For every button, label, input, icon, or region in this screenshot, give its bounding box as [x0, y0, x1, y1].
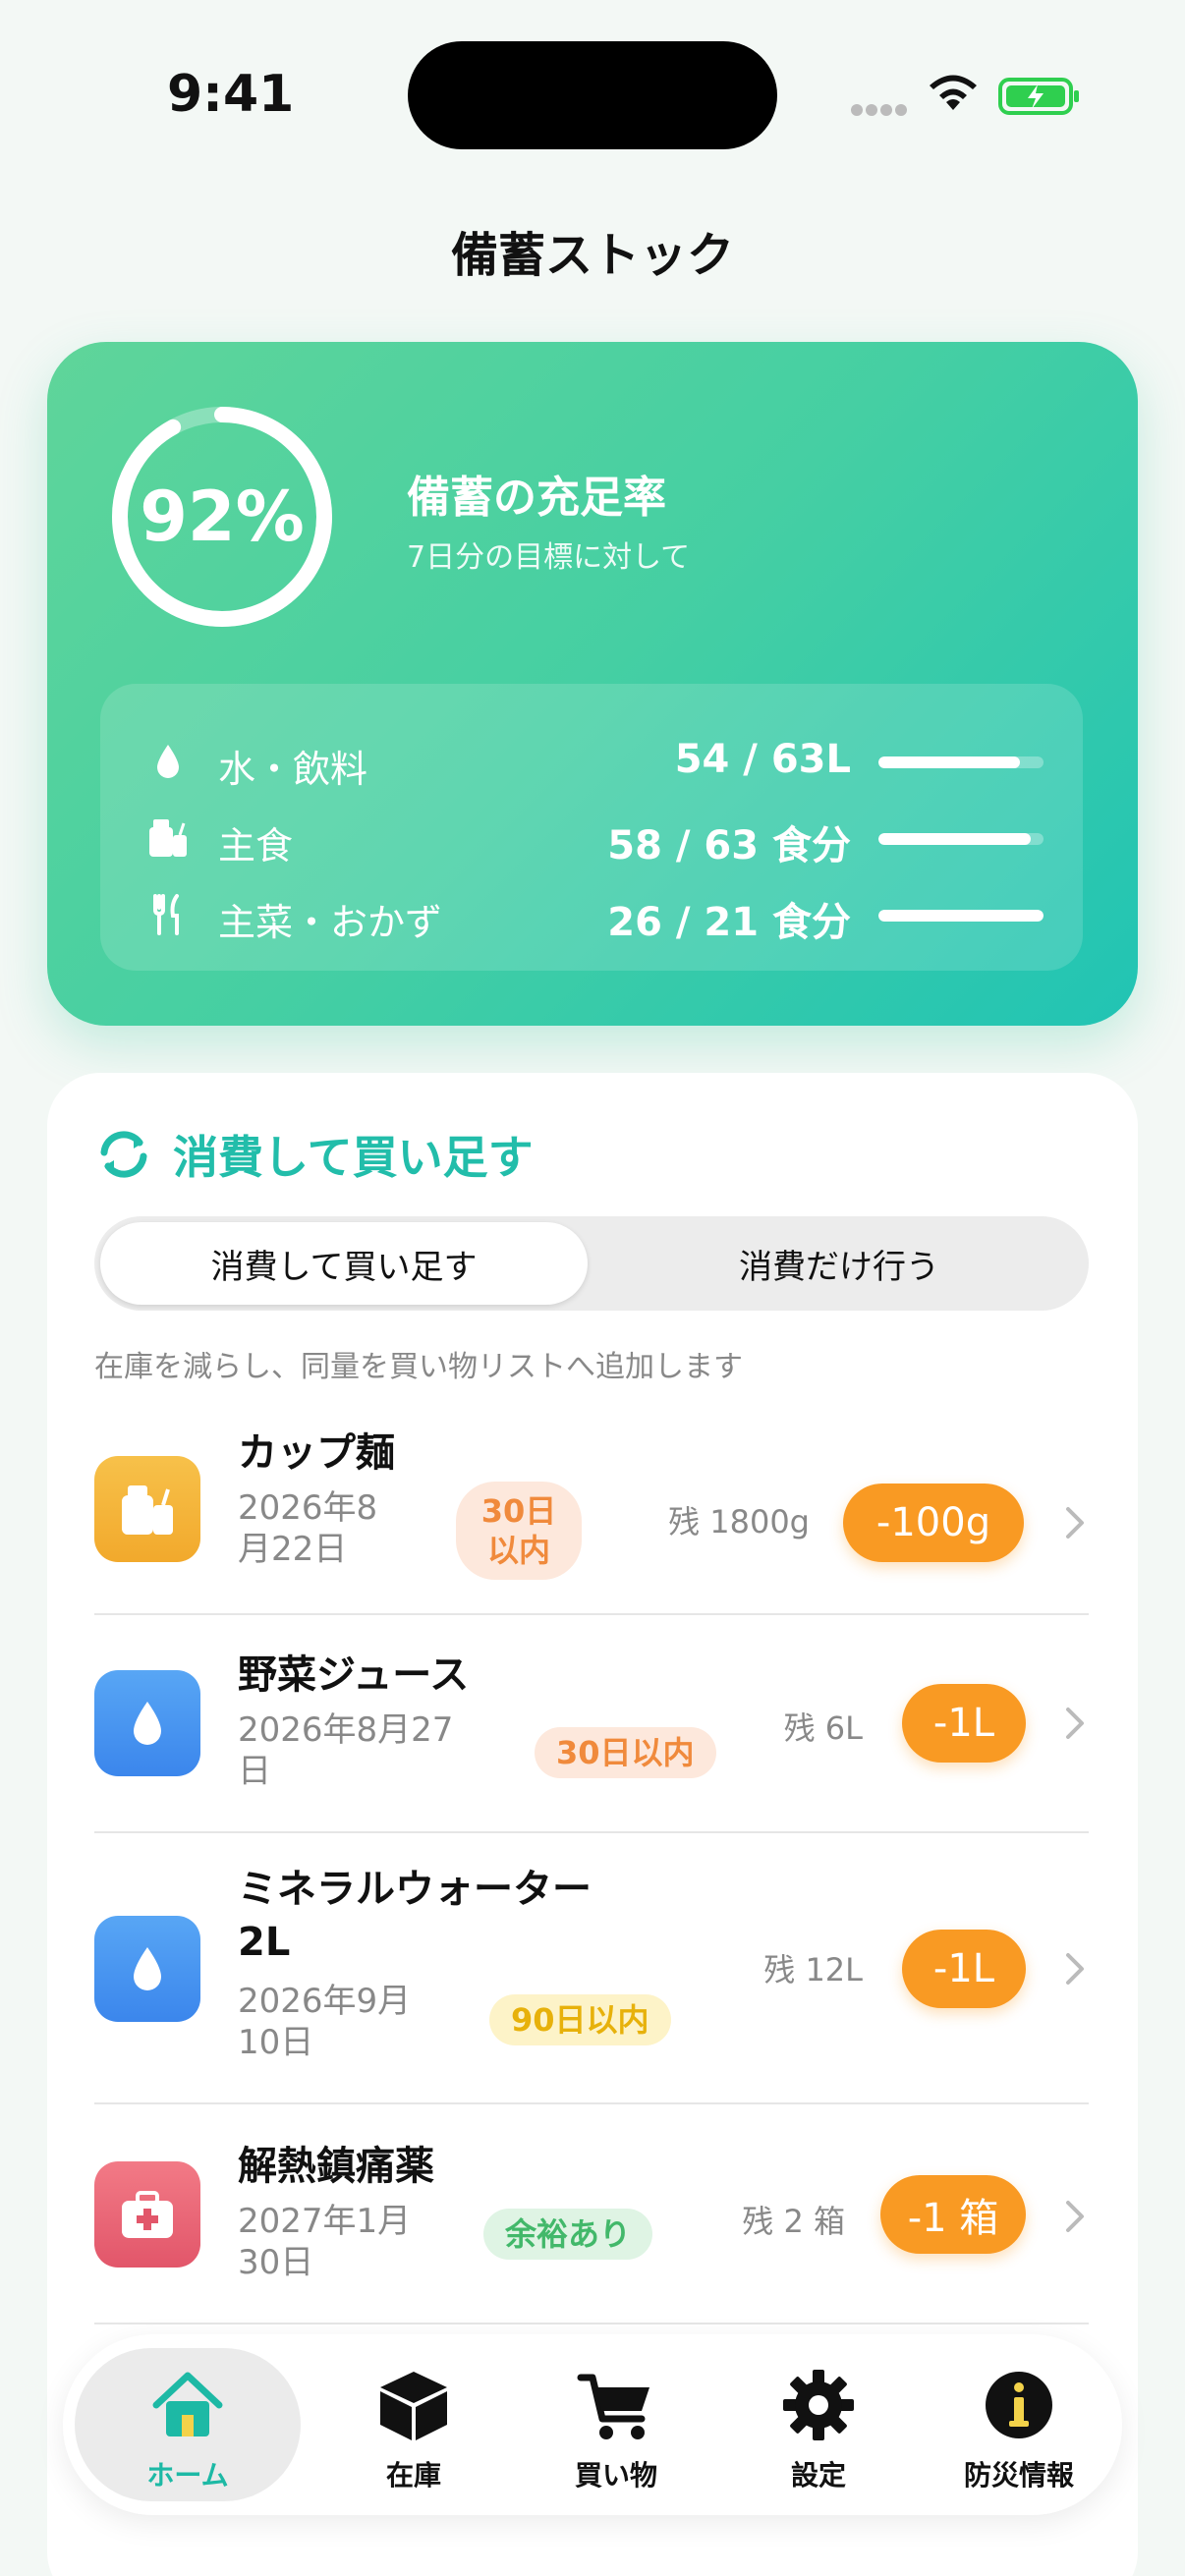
expiry-badge: 30日以内 [456, 1482, 582, 1580]
food-icon [149, 819, 187, 857]
chevron-right-icon [1066, 2201, 1084, 2232]
item-name: ミネラルウォーター2L [238, 1867, 592, 1965]
category-stats: 水・飲料 54 / 63L 主食 58 / 63 食分 主菜・おかず 26 / … [100, 684, 1083, 971]
item-expiry-date: 2026年9月10日 [238, 1982, 412, 2062]
gear-icon [783, 2370, 854, 2440]
item-name: 野菜ジュース [238, 1652, 470, 1698]
chevron-right-icon [1066, 1708, 1084, 1739]
page-title: 備蓄ストック [450, 228, 734, 283]
mode-segmented-control: 消費して買い足す 消費だけ行う [94, 1216, 1089, 1311]
section-title: 消費して買い足す [173, 1131, 534, 1184]
water-drop-icon [94, 1916, 200, 2022]
section-header: 消費して買い足す [92, 1122, 534, 1187]
stat-row-main-dish: 主菜・おかず 26 / 21 食分 [100, 880, 1083, 949]
cart-icon [577, 2374, 649, 2439]
stat-label: 主食 [218, 824, 294, 868]
food-icon [94, 1456, 200, 1562]
segment-consume-and-restock[interactable]: 消費して買い足す [100, 1222, 588, 1305]
box-icon [380, 2372, 447, 2440]
item-name: 解熱鎮痛薬 [238, 2144, 434, 2189]
chevron-right-icon [1066, 1507, 1084, 1539]
decrement-button[interactable]: -1L [902, 1684, 1026, 1763]
tab-label: 防災情報 [963, 2459, 1074, 2492]
item-remaining: 残 6L [783, 1709, 863, 1747]
decrement-button[interactable]: -1 箱 [880, 2175, 1026, 2254]
sufficiency-subtitle: 7日分の目標に対して [407, 540, 691, 575]
home-icon [152, 2372, 223, 2436]
item-remaining: 残 2 箱 [742, 2203, 845, 2240]
stat-label: 主菜・おかず [218, 901, 443, 944]
cellular-signal-icon [851, 101, 910, 120]
decrement-button[interactable]: -1L [902, 1930, 1026, 2008]
status-bar: 9:41 [0, 0, 1185, 187]
list-item[interactable]: ミネラルウォーター2L 2026年9月10日 90日以内 残 12L -1L [94, 1833, 1089, 2104]
sufficiency-title: 備蓄の充足率 [407, 473, 666, 523]
segment-consume-only[interactable]: 消費だけ行う [595, 1222, 1083, 1305]
item-name: カップ麺 [238, 1430, 395, 1476]
list-item[interactable]: カップ麺 2026年8月22日 30日以内 残 1800g -100g [94, 1415, 1089, 1615]
stat-progress-bar [878, 756, 1044, 768]
first-aid-icon [94, 2161, 200, 2268]
tab-disaster-info[interactable]: 防災情報 [916, 2334, 1122, 2515]
item-remaining: 残 12L [763, 1951, 863, 1988]
item-expiry-date: 2027年1月30日 [238, 2202, 412, 2282]
expiry-badge: 30日以内 [535, 1727, 716, 1778]
battery-icon [998, 78, 1079, 115]
utensils-icon [153, 894, 179, 935]
sufficiency-percent: 92% [140, 476, 305, 557]
dynamic-island [408, 41, 777, 149]
item-expiry-date: 2026年8月27日 [238, 1710, 454, 1791]
tab-label: 在庫 [385, 2459, 441, 2492]
stat-row-water: 水・飲料 54 / 63L [100, 727, 1083, 796]
stat-progress-bar [878, 910, 1044, 922]
stock-summary-card: 92% 備蓄の充足率 7日分の目標に対して 水・飲料 54 / 63L 主食 5… [47, 342, 1138, 1026]
refresh-icon [100, 1131, 147, 1178]
expiry-badge: 90日以内 [489, 1994, 671, 2045]
tab-label: 買い物 [574, 2459, 657, 2492]
stat-value: 58 / 63 食分 [607, 823, 851, 868]
water-drop-icon [94, 1670, 200, 1776]
decrement-button[interactable]: -100g [843, 1484, 1024, 1562]
item-expiry-date: 2026年8月22日 [238, 1488, 378, 1569]
tab-settings[interactable]: 設定 [715, 2334, 922, 2515]
list-item[interactable]: 解熱鎮痛薬 2027年1月30日 余裕あり 残 2 箱 -1 箱 [94, 2104, 1089, 2324]
status-time: 9:41 [167, 65, 295, 124]
mode-hint: 在庫を減らし、同量を買い物リストへ追加します [94, 1350, 743, 1384]
list-item[interactable]: 野菜ジュース 2026年8月27日 30日以内 残 6L -1L [94, 1615, 1089, 1833]
stat-row-staple: 主食 58 / 63 食分 [100, 804, 1083, 872]
info-icon [986, 2372, 1052, 2438]
chevron-right-icon [1066, 1953, 1084, 1985]
tab-label: 設定 [790, 2459, 846, 2492]
tab-label: ホーム [146, 2459, 229, 2492]
item-remaining: 残 1800g [668, 1503, 810, 1540]
stat-label: 水・飲料 [218, 748, 368, 791]
water-drop-icon [157, 745, 179, 778]
stat-value: 54 / 63L [674, 737, 851, 782]
wifi-icon [930, 75, 977, 110]
tab-shopping[interactable]: 買い物 [513, 2334, 719, 2515]
tab-bar: ホーム 在庫 買い物 設定 防災情報 [63, 2334, 1122, 2515]
stat-progress-bar [878, 833, 1044, 845]
expiry-badge: 余裕あり [483, 2209, 653, 2260]
tab-inventory[interactable]: 在庫 [310, 2334, 517, 2515]
stat-value: 26 / 21 食分 [607, 900, 851, 945]
tab-home[interactable]: ホーム [75, 2348, 301, 2501]
